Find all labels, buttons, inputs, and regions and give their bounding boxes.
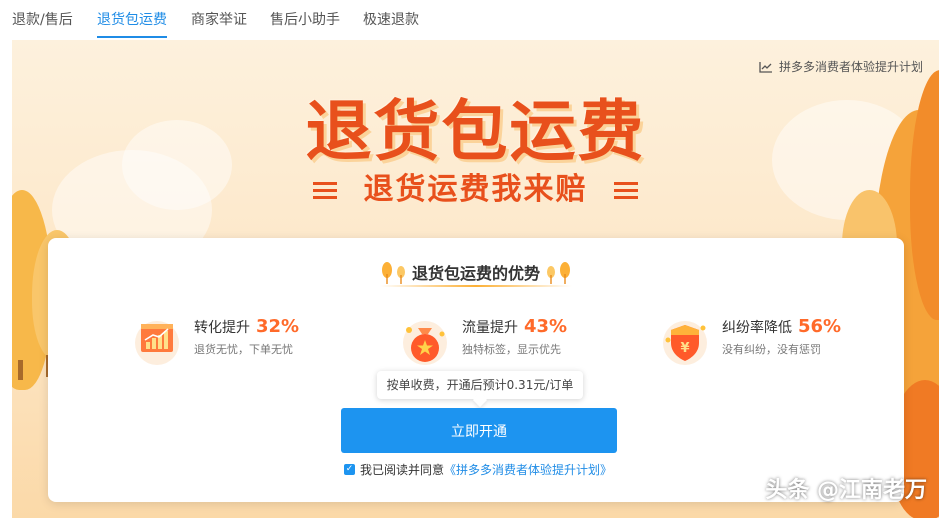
advantage-percent: 32% [256,316,300,337]
advantage-desc: 没有纠纷，没有惩罚 [722,343,821,356]
fee-tooltip: 按单收费，开通后预计0.31元/订单 [377,371,583,399]
advantages-title: 退货包运费的优势 [411,264,540,283]
advantages-card: 退货包运费的优势 转化提升 32% 退货无忧，下单无忧 流量提升 43% 独特标… [48,238,904,502]
advantage-traffic: 流量提升 43% 独特标签，显示优先 [400,316,567,366]
money-bag-icon [400,316,450,366]
agreement-row: ✓ 我已阅读并同意 《拼多多消费者体验提升计划》 [344,461,612,478]
advantage-name: 流量提升 [462,320,518,336]
banner: 拼多多消费者体验提升计划 退货包运费 退货运费我来赔 退货包运费的优势 转化提升… [12,40,939,518]
agreement-checkbox[interactable]: ✓ [344,464,355,475]
chart-up-icon [132,316,182,366]
watermark: 头条 @江南老万 [765,478,927,503]
decorative-bars-icon [613,178,638,203]
decorative-bars-icon [313,178,338,203]
advantage-name: 转化提升 [194,320,250,336]
tree-trunk-decoration [18,360,23,380]
svg-text:¥: ¥ [680,341,689,356]
advantage-conversion: 转化提升 32% 退货无忧，下单无忧 [132,316,299,366]
advantage-dispute: ¥ 纠纷率降低 56% 没有纠纷，没有惩罚 [660,316,841,366]
tab-merchant-evidence[interactable]: 商家举证 [191,10,247,36]
title-underline [380,285,572,287]
hero-title: 退货包运费 [305,93,646,170]
experience-plan-label: 拼多多消费者体验提升计划 [778,60,923,74]
tab-bar: 退款/售后 退货包运费 商家举证 售后小助手 极速退款 [0,0,951,40]
shield-yen-icon: ¥ [660,316,710,366]
trend-chart-icon [759,61,772,73]
agreement-text: 我已阅读并同意 [360,463,445,477]
tab-return-shipping[interactable]: 退货包运费 [97,10,167,38]
advantage-percent: 56% [798,316,842,337]
tab-aftersale-assistant[interactable]: 售后小助手 [270,10,340,36]
hero-subtitle: 退货运费我来赔 [363,172,588,207]
hero-subtitle-row: 退货运费我来赔 [12,164,939,208]
tab-refund-aftersale[interactable]: 退款/售后 [12,10,73,36]
experience-plan-link[interactable]: 拼多多消费者体验提升计划 [759,58,923,75]
agreement-link[interactable]: 《拼多多消费者体验提升计划》 [444,461,612,478]
advantage-name: 纠纷率降低 [722,320,792,336]
advantage-desc: 独特标签，显示优先 [462,343,561,356]
advantage-percent: 43% [524,316,568,337]
tab-quick-refund[interactable]: 极速退款 [363,10,419,36]
activate-button[interactable]: 立即开通 [341,408,617,453]
advantage-desc: 退货无忧，下单无忧 [194,343,293,356]
